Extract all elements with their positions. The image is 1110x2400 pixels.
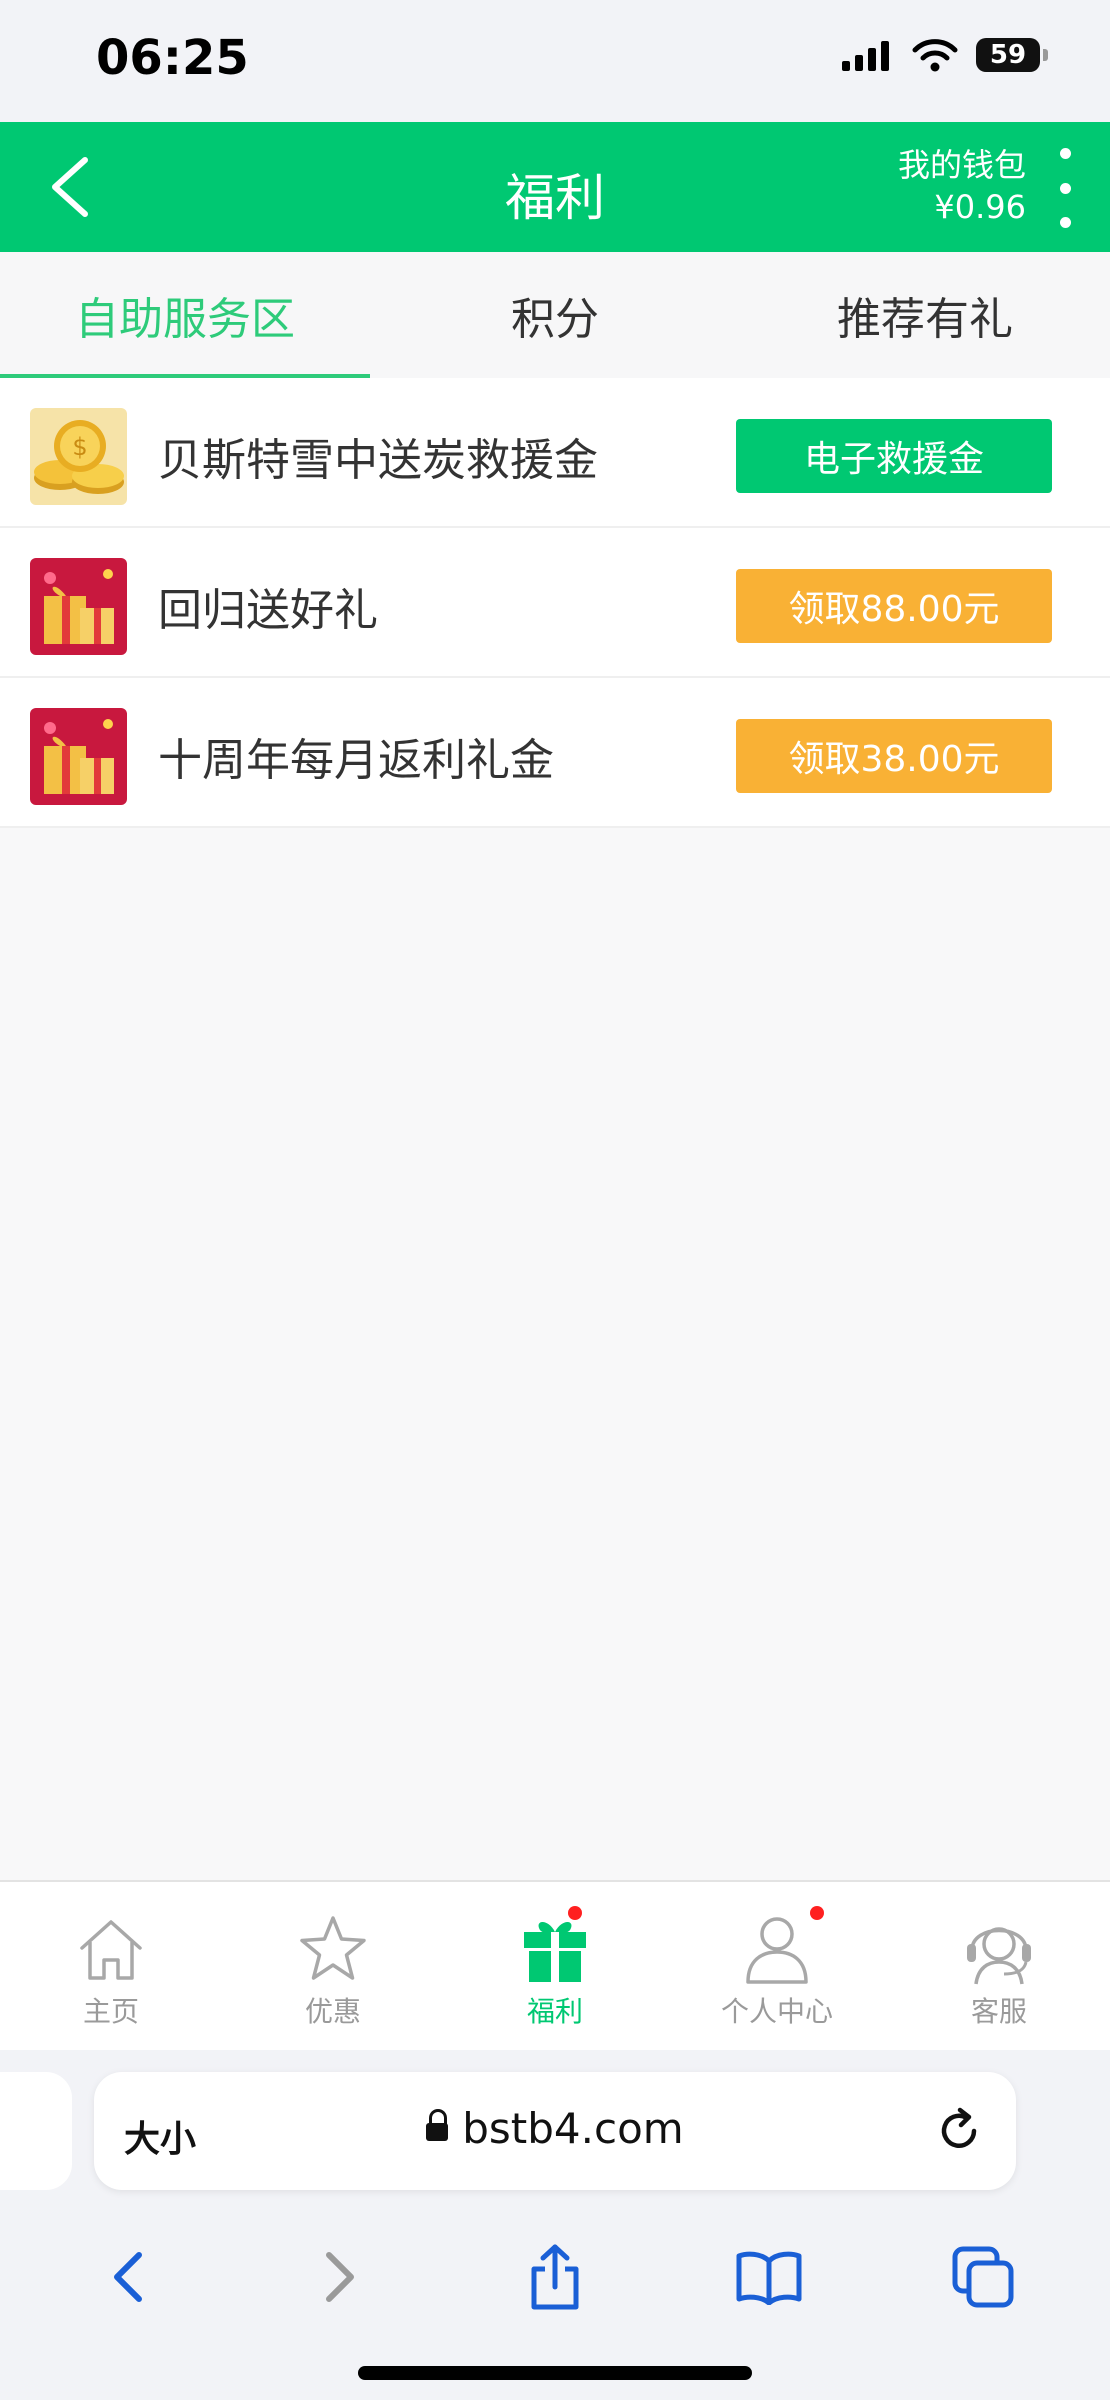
gift-box-icon <box>30 558 127 655</box>
svg-text:$: $ <box>72 433 87 461</box>
nav-home[interactable]: 主页 <box>0 1882 222 2050</box>
reload-icon[interactable] <box>932 2104 986 2158</box>
notification-badge <box>810 1906 824 1920</box>
app-header: 福利 我的钱包 ¥0.96 <box>0 122 1110 252</box>
list-item: $ 贝斯特雪中送炭救援金 电子救援金 <box>0 378 1110 528</box>
status-icons: 59 <box>842 38 1048 72</box>
browser-forward-button[interactable] <box>299 2235 383 2319</box>
bottom-nav: 主页 优惠 福利 个人中心 客服 <box>0 1880 1110 2052</box>
nav-label: 客服 <box>970 1995 1027 2028</box>
nav-welfare[interactable]: 福利 <box>444 1882 666 2050</box>
reward-title: 贝斯特雪中送炭救援金 <box>158 435 598 486</box>
chevron-right-icon <box>326 2252 354 2302</box>
reward-title: 十周年每月返利礼金 <box>158 735 554 786</box>
tab-self-service[interactable]: 自助服务区 <box>0 252 370 378</box>
wallet-label: 我的钱包 <box>897 146 1026 184</box>
more-dot-icon <box>1059 148 1071 159</box>
status-bar: 06:25 59 <box>0 0 1110 122</box>
reward-list: $ 贝斯特雪中送炭救援金 电子救援金 回归送好礼 领取88.00元 十周年每月返… <box>0 378 1110 828</box>
more-menu-button[interactable] <box>1050 148 1080 228</box>
claim-return-gift-button[interactable]: 领取88.00元 <box>736 569 1052 643</box>
tab-bar: 自助服务区 积分 推荐有礼 <box>0 252 1110 378</box>
list-item: 十周年每月返利礼金 领取38.00元 <box>0 678 1110 828</box>
chevron-left-icon <box>114 2252 142 2302</box>
share-icon <box>531 2244 579 2310</box>
nav-promotions[interactable]: 优惠 <box>222 1882 444 2050</box>
gift-icon <box>524 1922 586 1982</box>
previous-tab-preview[interactable] <box>0 2072 72 2190</box>
nav-support[interactable]: 客服 <box>888 1882 1110 2050</box>
wallet-button[interactable]: 我的钱包 ¥0.96 <box>898 144 1026 228</box>
battery-icon: 59 <box>976 38 1048 72</box>
lock-icon <box>426 2109 449 2141</box>
nav-profile[interactable]: 个人中心 <box>666 1882 888 2050</box>
home-indicator[interactable] <box>358 2366 752 2380</box>
nav-label: 优惠 <box>304 1995 361 2028</box>
nav-label: 个人中心 <box>720 1995 833 2028</box>
notification-badge <box>568 1906 582 1920</box>
browser-back-button[interactable] <box>85 2235 169 2319</box>
url-display[interactable]: bstb4.com <box>94 2104 1016 2153</box>
list-item: 回归送好礼 领取88.00元 <box>0 528 1110 678</box>
url-text: bstb4.com <box>462 2104 684 2153</box>
empty-content-area <box>0 828 1110 1880</box>
tab-referral[interactable]: 推荐有礼 <box>740 252 1110 378</box>
wifi-icon <box>912 39 958 72</box>
headset-icon <box>967 1927 1031 1985</box>
nav-label: 主页 <box>82 1995 139 2028</box>
gift-box-icon <box>30 708 127 805</box>
book-icon <box>736 2251 802 2305</box>
nav-label: 福利 <box>526 1995 583 2028</box>
claim-rescue-fund-button[interactable]: 电子救援金 <box>736 419 1052 493</box>
reward-title: 回归送好礼 <box>158 585 378 636</box>
home-icon <box>80 1920 142 1980</box>
tab-points[interactable]: 积分 <box>370 252 740 378</box>
user-icon <box>746 1917 808 1984</box>
gold-coins-icon: $ <box>30 408 127 505</box>
browser-toolbar <box>0 2222 1110 2332</box>
tabs-button[interactable] <box>941 2235 1025 2319</box>
wallet-balance: ¥0.96 <box>934 188 1026 226</box>
claim-monthly-rebate-button[interactable]: 领取38.00元 <box>736 719 1052 793</box>
cellular-signal-icon <box>842 41 889 71</box>
tabs-icon <box>952 2246 1014 2308</box>
share-button[interactable] <box>513 2235 597 2319</box>
more-dot-icon <box>1059 182 1071 194</box>
more-dot-icon <box>1059 217 1071 228</box>
star-icon <box>300 1916 366 1980</box>
clock: 06:25 <box>96 30 249 86</box>
address-bar[interactable]: 大小 bstb4.com <box>94 2072 1016 2190</box>
browser-chrome: 大小 bstb4.com <box>0 2050 1110 2400</box>
bookmarks-button[interactable] <box>727 2235 811 2319</box>
